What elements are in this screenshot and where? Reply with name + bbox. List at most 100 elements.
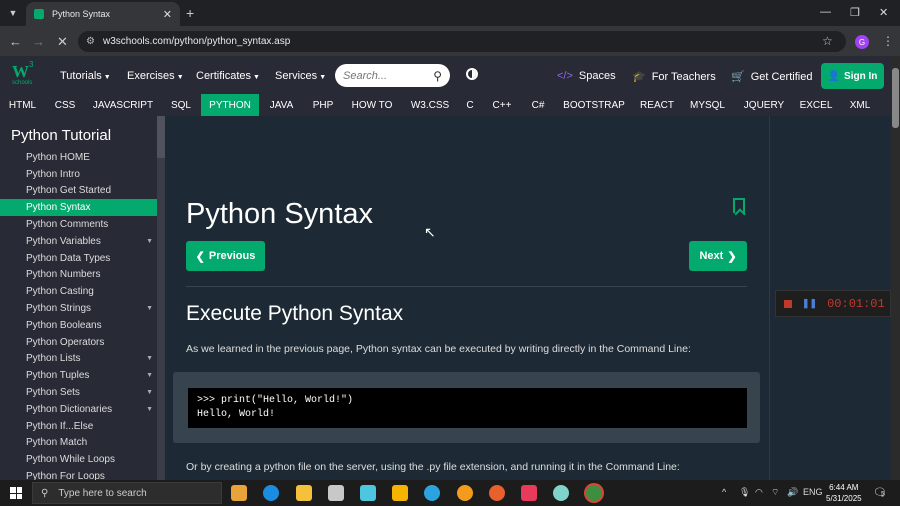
new-tab-plus-icon[interactable]: +	[186, 5, 194, 21]
topnav-item-mysql[interactable]: MYSQL	[680, 94, 735, 116]
menu-services[interactable]: Services ▼	[275, 70, 326, 82]
bookmark-star-icon[interactable]: ☆	[822, 34, 833, 48]
sidebar-item[interactable]: Python While Loops	[0, 451, 157, 468]
app-icon[interactable]	[457, 485, 473, 501]
site-info-icon[interactable]: ⚙	[86, 36, 95, 47]
telegram-icon[interactable]	[424, 485, 440, 501]
pause-icon[interactable]: ❚❚	[802, 298, 817, 309]
photos-icon[interactable]	[392, 485, 408, 501]
sidebar-item[interactable]: Python Variables ▼	[0, 233, 157, 250]
profile-avatar[interactable]: G	[855, 35, 869, 49]
menu-certificates[interactable]: Certificates ▼	[196, 70, 260, 82]
url-bar[interactable]: ⚙ w3schools.com/python/python_syntax.asp	[78, 31, 846, 52]
get-certified-link[interactable]: 🛒 Get Certified	[731, 70, 812, 83]
show-hidden-icons-icon[interactable]: ^	[722, 487, 726, 497]
firefox-icon[interactable]	[489, 485, 505, 501]
sidebar-item-label: Python Match	[26, 437, 88, 449]
browser-menu-icon[interactable]: ⋮	[882, 34, 894, 48]
back-arrow-icon[interactable]: ←	[9, 34, 22, 49]
menu-tutorials[interactable]: Tutorials ▼	[60, 70, 111, 82]
sidebar-item[interactable]: Python Intro	[0, 166, 157, 183]
sidebar-scroll-thumb[interactable]	[157, 116, 165, 158]
sidebar-item[interactable]: Python Lists ▼	[0, 351, 157, 368]
sidebar-item[interactable]: Python Booleans	[0, 317, 157, 334]
sidebar-item[interactable]: Python Tuples ▼	[0, 367, 157, 384]
bookmark-icon[interactable]	[733, 198, 745, 213]
topnav-item-c-[interactable]: C#	[522, 94, 554, 116]
sidebar-item[interactable]: Python Dictionaries ▼	[0, 401, 157, 418]
search-input[interactable]	[343, 69, 423, 82]
site-search-box[interactable]: ⚲	[335, 64, 450, 87]
search-icon[interactable]: ⚲	[433, 69, 442, 83]
stop-loading-icon[interactable]: ✕	[57, 34, 68, 50]
sidebar-item[interactable]: Python Comments	[0, 216, 157, 233]
edge-icon[interactable]	[263, 485, 279, 501]
sidebar-item[interactable]: Python Match	[0, 435, 157, 452]
app-icon[interactable]	[521, 485, 537, 501]
sidebar-item[interactable]: Python Get Started	[0, 183, 157, 200]
topnav-item-java[interactable]: JAVA	[259, 94, 304, 116]
menu-exercises[interactable]: Exercises ▼	[127, 70, 184, 82]
sidebar-item-label: Python Strings	[26, 303, 92, 315]
input-language[interactable]: ENG	[803, 487, 823, 497]
restore-icon[interactable]: ❐	[850, 6, 860, 19]
for-teachers-link[interactable]: 🎓 For Teachers	[632, 70, 716, 83]
sidebar-item[interactable]: Python HOME	[0, 149, 157, 166]
sidebar-item-label: Python Casting	[26, 286, 94, 298]
topnav-item-react[interactable]: REACT	[634, 94, 680, 116]
wifi-icon[interactable]: ⌔	[771, 487, 779, 498]
sidebar-scrollbar[interactable]	[157, 116, 165, 480]
topnav-item-excel[interactable]: EXCEL	[793, 94, 839, 116]
sidebar-item[interactable]: Python Casting	[0, 283, 157, 300]
topnav-item-php[interactable]: PHP	[304, 94, 342, 116]
w3schools-logo[interactable]: W 3 schools	[12, 60, 38, 88]
store-icon[interactable]	[231, 485, 247, 501]
sidebar-item[interactable]: Python Operators	[0, 334, 157, 351]
windows-start-icon[interactable]	[10, 487, 22, 499]
app-icon[interactable]	[553, 485, 569, 501]
taskbar-clock[interactable]: 6:44 AM 5/31/2025	[826, 482, 862, 504]
previous-button[interactable]: ❮ Previous	[186, 241, 265, 271]
microphone-icon[interactable]: 🎙	[739, 487, 750, 498]
volume-icon[interactable]: 🔊	[787, 487, 798, 498]
topnav-item-python[interactable]: PYTHON	[201, 94, 259, 116]
mail-icon[interactable]	[328, 485, 344, 501]
topnav-item-c-[interactable]: C++	[482, 94, 522, 116]
close-tab-icon[interactable]: ✕	[163, 8, 172, 21]
chrome-icon[interactable]	[586, 485, 602, 501]
tab-search-chevron-icon[interactable]: ▼	[5, 5, 21, 21]
topnav-item-css[interactable]: CSS	[45, 94, 85, 116]
minimize-icon[interactable]: —	[820, 6, 831, 18]
sign-in-button[interactable]: 👤 Sign In	[821, 63, 884, 89]
topnav-item-html[interactable]: HTML	[0, 94, 45, 116]
network-icon[interactable]: ◠	[755, 487, 763, 498]
page-scroll-thumb[interactable]	[892, 68, 899, 128]
sidebar-item[interactable]: Python Strings ▼	[0, 300, 157, 317]
topnav-item-w3-css[interactable]: W3.CSS	[402, 94, 458, 116]
browser-tab[interactable]: Python Syntax ✕	[26, 2, 180, 26]
chevron-right-icon: ❯	[727, 250, 737, 263]
taskbar-search-box[interactable]: ⚲ Type here to search	[32, 482, 222, 504]
topnav-item-jquery[interactable]: JQUERY	[735, 94, 793, 116]
dark-mode-toggle-icon[interactable]	[466, 68, 478, 80]
forward-arrow-icon[interactable]: →	[32, 34, 45, 49]
topnav-item-how-to[interactable]: HOW TO	[342, 94, 402, 116]
topnav-item-c[interactable]: C	[458, 94, 482, 116]
menu-label: Exercises	[127, 70, 175, 82]
sidebar-item[interactable]: Python Data Types	[0, 250, 157, 267]
sidebar-item[interactable]: Python If...Else	[0, 418, 157, 435]
next-button[interactable]: Next ❯	[689, 241, 747, 271]
spaces-link[interactable]: </> Spaces	[557, 70, 616, 82]
file-explorer-icon[interactable]	[296, 485, 312, 501]
sidebar-item[interactable]: Python Numbers	[0, 267, 157, 284]
topnav-item-bootstrap[interactable]: BOOTSTRAP	[554, 94, 634, 116]
topnav-item-xml[interactable]: XML	[839, 94, 881, 116]
topnav-item-sql[interactable]: SQL	[161, 94, 201, 116]
stop-record-icon[interactable]	[784, 299, 792, 308]
sidebar-item[interactable]: Python Sets ▼	[0, 384, 157, 401]
slack-icon[interactable]	[360, 485, 376, 501]
close-window-icon[interactable]: ✕	[879, 6, 888, 19]
notifications-icon[interactable]: 🗨5	[873, 486, 887, 499]
sidebar-item[interactable]: Python Syntax	[0, 199, 157, 217]
topnav-item-javascript[interactable]: JAVASCRIPT	[85, 94, 161, 116]
